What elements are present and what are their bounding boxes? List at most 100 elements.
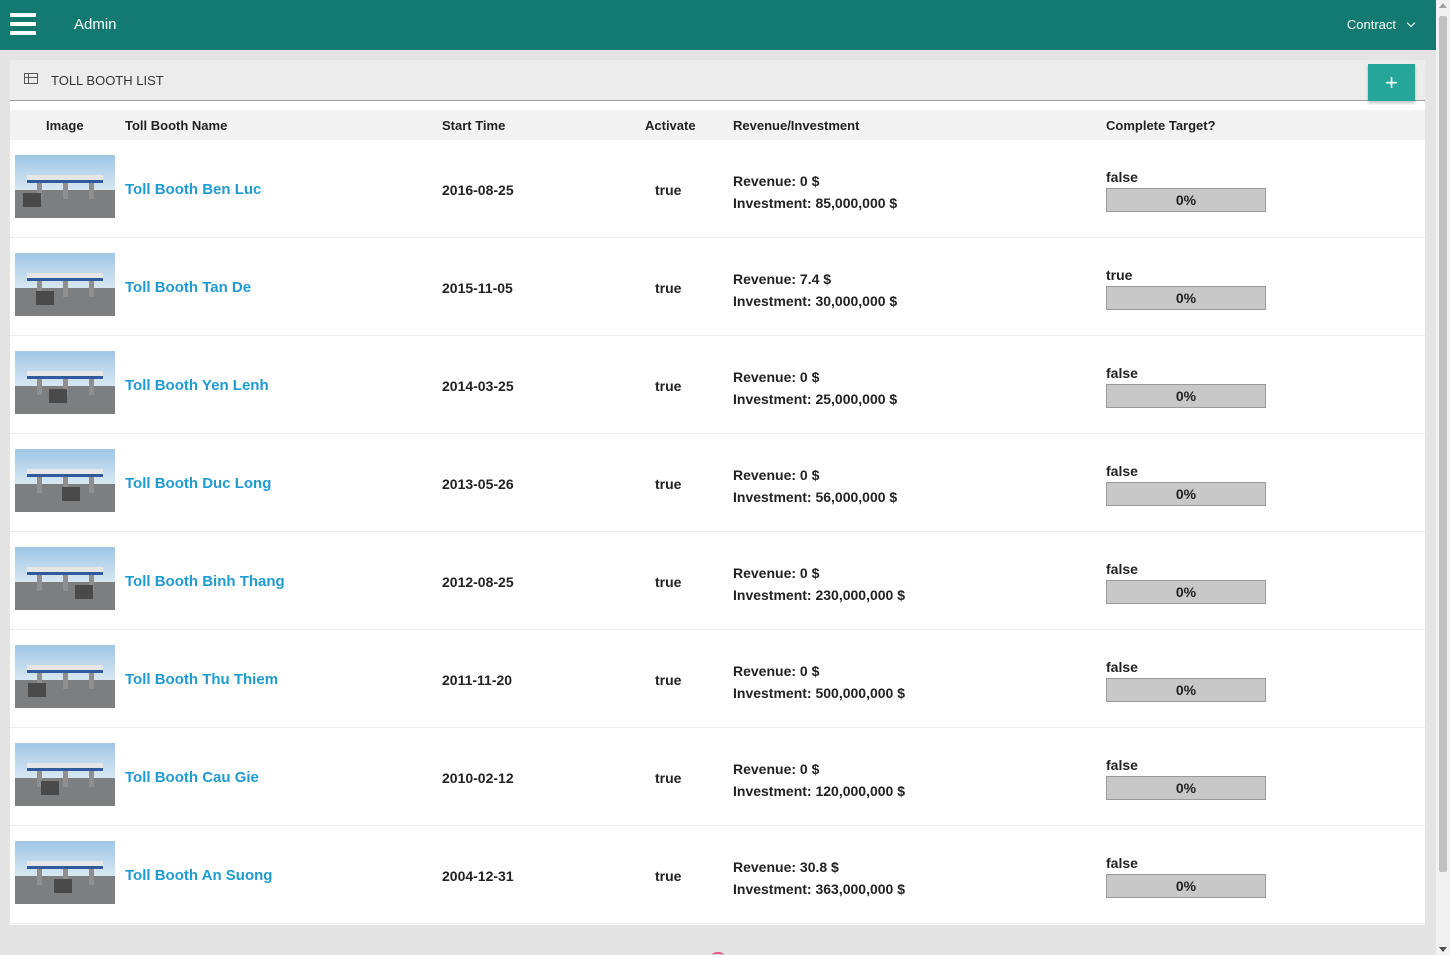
table-icon bbox=[24, 73, 38, 84]
table-row: Toll Booth Binh Thang 2012-08-25 true Re… bbox=[10, 532, 1425, 630]
toll-booth-name-link[interactable]: Toll Booth Yen Lenh bbox=[125, 377, 269, 394]
toll-booth-name-link[interactable]: Toll Booth Duc Long bbox=[125, 475, 271, 492]
investment-value: Investment: 363,000,000 $ bbox=[733, 881, 905, 897]
table-row: Toll Booth Cau Gie 2010-02-12 true Reven… bbox=[10, 728, 1425, 826]
revenue-value: Revenue: 0 $ bbox=[733, 761, 820, 777]
investment-value: Investment: 120,000,000 $ bbox=[733, 783, 905, 799]
revenue-investment: Revenue: 0 $ Investment: 56,000,000 $ bbox=[733, 464, 897, 508]
user-menu-dropdown[interactable]: Contract bbox=[1346, 17, 1416, 32]
investment-value: Investment: 230,000,000 $ bbox=[733, 587, 905, 603]
activate-status: true bbox=[655, 770, 682, 786]
column-header-complete-target: Complete Target? bbox=[1106, 118, 1216, 133]
start-time: 2010-02-12 bbox=[442, 770, 514, 786]
target-progress-bar: 0% bbox=[1106, 286, 1266, 310]
activate-status: true bbox=[655, 672, 682, 688]
scroll-down-arrow-icon[interactable] bbox=[1439, 947, 1447, 952]
start-time: 2015-11-05 bbox=[442, 280, 513, 296]
scroll-up-arrow-icon[interactable] bbox=[1439, 3, 1447, 8]
start-time: 2011-11-20 bbox=[442, 672, 513, 688]
progress-label: 0% bbox=[1175, 584, 1197, 600]
toll-booth-card: TOLL BOOTH LIST + Image Toll Booth Name … bbox=[10, 60, 1425, 925]
revenue-investment: Revenue: 7.4 $ Investment: 30,000,000 $ bbox=[733, 268, 897, 312]
progress-label: 0% bbox=[1175, 878, 1197, 894]
toll-booth-name-link[interactable]: Toll Booth Cau Gie bbox=[125, 769, 259, 786]
complete-target-status: true bbox=[1106, 267, 1133, 283]
investment-value: Investment: 25,000,000 $ bbox=[733, 391, 898, 407]
complete-target-status: false bbox=[1106, 169, 1138, 185]
target-progress-bar: 0% bbox=[1106, 482, 1266, 506]
target-progress-bar: 0% bbox=[1106, 874, 1266, 898]
progress-label: 0% bbox=[1175, 388, 1197, 404]
target-progress-bar: 0% bbox=[1106, 188, 1266, 212]
toll-booth-name-link[interactable]: Toll Booth Binh Thang bbox=[125, 573, 285, 590]
complete-target-status: false bbox=[1106, 757, 1138, 773]
progress-label: 0% bbox=[1175, 192, 1197, 208]
toll-booth-name-link[interactable]: Toll Booth Thu Thiem bbox=[125, 671, 278, 688]
toll-booth-photo bbox=[15, 449, 115, 512]
activate-status: true bbox=[655, 476, 682, 492]
column-header-image: Image bbox=[46, 118, 84, 133]
revenue-value: Revenue: 0 $ bbox=[733, 173, 820, 189]
investment-value: Investment: 30,000,000 $ bbox=[733, 293, 898, 309]
start-time: 2016-08-25 bbox=[442, 182, 514, 198]
toll-booth-name-link[interactable]: Toll Booth Tan De bbox=[125, 279, 251, 296]
table-row: Toll Booth Yen Lenh 2014-03-25 true Reve… bbox=[10, 336, 1425, 434]
start-time: 2004-12-31 bbox=[442, 868, 514, 884]
revenue-value: Revenue: 30.8 $ bbox=[733, 859, 839, 875]
table-row: Toll Booth Tan De 2015-11-05 true Revenu… bbox=[10, 238, 1425, 336]
activate-status: true bbox=[655, 574, 682, 590]
toll-booth-photo bbox=[15, 253, 115, 316]
card-header: TOLL BOOTH LIST bbox=[10, 60, 1425, 101]
scroll-thumb[interactable] bbox=[1439, 16, 1447, 872]
revenue-investment: Revenue: 0 $ Investment: 120,000,000 $ bbox=[733, 758, 905, 802]
investment-value: Investment: 56,000,000 $ bbox=[733, 489, 898, 505]
toll-booth-name-link[interactable]: Toll Booth Ben Luc bbox=[125, 181, 261, 198]
chevron-down-icon bbox=[1406, 18, 1416, 27]
add-toll-booth-button[interactable]: + bbox=[1368, 64, 1415, 101]
menu-icon[interactable] bbox=[10, 13, 36, 35]
investment-value: Investment: 85,000,000 $ bbox=[733, 195, 898, 211]
toll-booth-photo bbox=[15, 645, 115, 708]
revenue-value: Revenue: 0 $ bbox=[733, 565, 820, 581]
table-row: Toll Booth Thu Thiem 2011-11-20 true Rev… bbox=[10, 630, 1425, 728]
complete-target-status: false bbox=[1106, 659, 1138, 675]
toll-booth-photo bbox=[15, 155, 115, 218]
table-row: Toll Booth An Suong 2004-12-31 true Reve… bbox=[10, 826, 1425, 924]
target-progress-bar: 0% bbox=[1106, 678, 1266, 702]
table-row: Toll Booth Duc Long 2013-05-26 true Reve… bbox=[10, 434, 1425, 532]
toll-booth-photo bbox=[15, 351, 115, 414]
vertical-scrollbar[interactable] bbox=[1436, 0, 1450, 955]
top-app-bar: Admin Contract bbox=[0, 0, 1436, 50]
activate-status: true bbox=[655, 868, 682, 884]
user-menu-label: Contract bbox=[1346, 17, 1396, 32]
progress-label: 0% bbox=[1175, 290, 1197, 306]
activate-status: true bbox=[655, 182, 682, 198]
revenue-investment: Revenue: 0 $ Investment: 500,000,000 $ bbox=[733, 660, 905, 704]
revenue-investment: Revenue: 0 $ Investment: 85,000,000 $ bbox=[733, 170, 897, 214]
app-title: Admin bbox=[74, 16, 117, 33]
column-header-name: Toll Booth Name bbox=[125, 118, 228, 133]
activate-status: true bbox=[655, 280, 682, 296]
toll-booth-name-link[interactable]: Toll Booth An Suong bbox=[125, 867, 272, 884]
investment-value: Investment: 500,000,000 $ bbox=[733, 685, 905, 701]
card-title: TOLL BOOTH LIST bbox=[51, 73, 164, 88]
complete-target-status: false bbox=[1106, 463, 1138, 479]
table-header: Image Toll Booth Name Start Time Activat… bbox=[10, 110, 1425, 140]
revenue-value: Revenue: 0 $ bbox=[733, 663, 820, 679]
complete-target-status: false bbox=[1106, 561, 1138, 577]
progress-label: 0% bbox=[1175, 682, 1197, 698]
revenue-value: Revenue: 0 $ bbox=[733, 369, 820, 385]
target-progress-bar: 0% bbox=[1106, 384, 1266, 408]
revenue-investment: Revenue: 30.8 $ Investment: 363,000,000 … bbox=[733, 856, 905, 900]
start-time: 2012-08-25 bbox=[442, 574, 514, 590]
progress-label: 0% bbox=[1175, 780, 1197, 796]
revenue-investment: Revenue: 0 $ Investment: 230,000,000 $ bbox=[733, 562, 905, 606]
table-row: Toll Booth Ben Luc 2016-08-25 true Reven… bbox=[10, 140, 1425, 238]
revenue-value: Revenue: 7.4 $ bbox=[733, 271, 832, 287]
activate-status: true bbox=[655, 378, 682, 394]
start-time: 2014-03-25 bbox=[442, 378, 514, 394]
progress-label: 0% bbox=[1175, 486, 1197, 502]
column-header-start-time: Start Time bbox=[442, 118, 506, 133]
revenue-investment: Revenue: 0 $ Investment: 25,000,000 $ bbox=[733, 366, 897, 410]
toll-booth-photo bbox=[15, 743, 115, 806]
